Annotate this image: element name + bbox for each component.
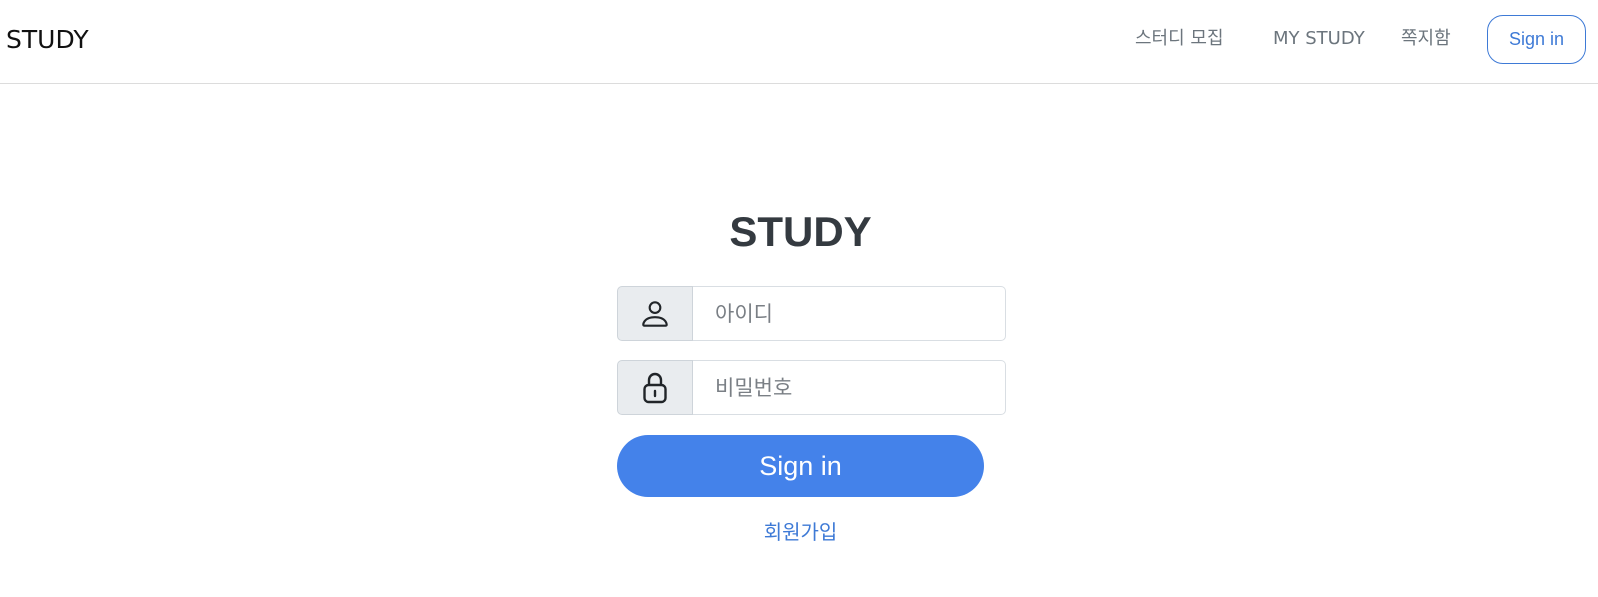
brand-logo-link[interactable]: STUDY (6, 24, 89, 56)
password-input[interactable] (693, 360, 1006, 415)
login-title: STUDY (729, 208, 872, 255)
person-icon (642, 300, 668, 327)
id-input-group (617, 286, 1006, 341)
id-input[interactable] (693, 286, 1006, 341)
id-input-addon (617, 286, 693, 341)
signin-submit-button[interactable]: Sign in (617, 435, 984, 497)
password-input-addon (617, 360, 693, 415)
signup-link[interactable]: 회원가입 (617, 517, 984, 547)
nav-signin-button[interactable]: Sign in (1487, 15, 1586, 64)
top-navbar: STUDY 스터디 모집 MY STUDY 쪽지함 Sign in (0, 0, 1598, 84)
lock-icon (643, 372, 667, 403)
nav-link-my-study[interactable]: MY STUDY (1273, 26, 1365, 52)
password-input-group (617, 360, 1006, 415)
nav-link-study-recruit[interactable]: 스터디 모집 (1135, 26, 1224, 52)
nav-link-messages[interactable]: 쪽지함 (1401, 26, 1451, 52)
